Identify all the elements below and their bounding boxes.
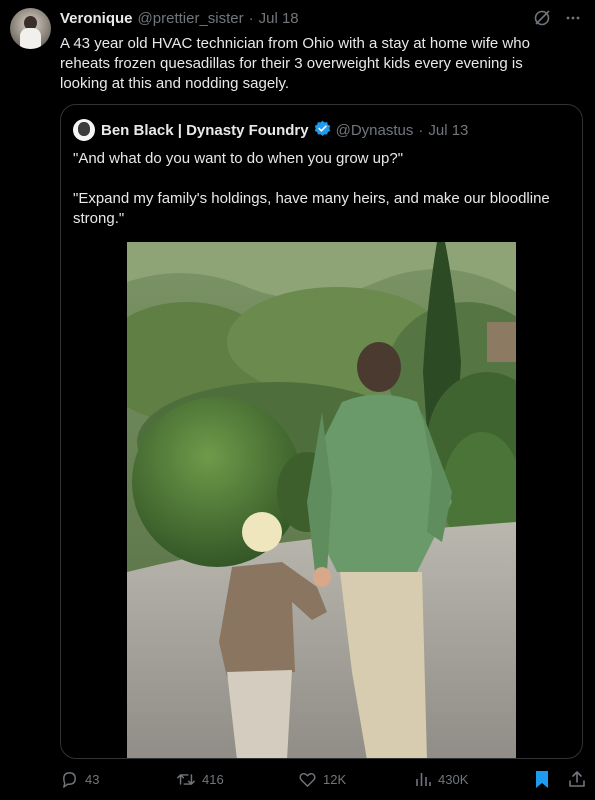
quote-paragraph: "And what do you want to do when you gro… bbox=[73, 150, 404, 167]
quote-date[interactable]: Jul 13 bbox=[428, 122, 468, 139]
quote-author-name[interactable]: Ben Black | Dynasty Foundry bbox=[101, 122, 309, 139]
author-name[interactable]: Veronique bbox=[60, 10, 133, 27]
bookmark-icon bbox=[534, 770, 550, 789]
bookmark-button[interactable] bbox=[534, 770, 550, 789]
views-icon bbox=[414, 770, 432, 788]
more-icon[interactable] bbox=[565, 10, 581, 26]
quote-photo[interactable] bbox=[127, 242, 516, 758]
separator-dot: · bbox=[248, 10, 254, 27]
tweet-text: A 43 year old HVAC technician from Ohio … bbox=[60, 35, 530, 92]
share-button[interactable] bbox=[568, 770, 586, 788]
like-count: 12K bbox=[323, 772, 347, 787]
repost-count: 416 bbox=[202, 772, 224, 787]
quoted-tweet[interactable]: Ben Black | Dynasty Foundry @Dynastus · … bbox=[60, 104, 583, 759]
quote-header: Ben Black | Dynasty Foundry @Dynastus · … bbox=[101, 120, 468, 141]
author-handle[interactable]: @prettier_sister bbox=[138, 10, 244, 27]
verified-badge-icon bbox=[314, 120, 331, 141]
like-button[interactable]: 12K bbox=[298, 770, 346, 789]
views-button[interactable]: 430K bbox=[414, 770, 468, 788]
tweet-actions: 43 416 12K 430K bbox=[60, 770, 590, 794]
repost-button[interactable]: 416 bbox=[176, 770, 224, 789]
like-icon bbox=[298, 770, 317, 789]
quote-paragraph: "Expand my family's holdings, have many … bbox=[73, 190, 550, 227]
tweet-date[interactable]: Jul 18 bbox=[259, 10, 299, 27]
quote-author-avatar[interactable] bbox=[73, 119, 95, 141]
reply-count: 43 bbox=[85, 772, 100, 787]
repost-icon bbox=[176, 770, 196, 789]
reply-button[interactable]: 43 bbox=[60, 770, 99, 789]
quote-text: "And what do you want to do when you gro… bbox=[73, 149, 573, 249]
tweet-top-actions bbox=[533, 9, 581, 27]
author-avatar[interactable] bbox=[10, 8, 51, 49]
share-icon bbox=[568, 770, 586, 788]
grok-icon[interactable] bbox=[533, 9, 551, 27]
separator-dot: · bbox=[418, 122, 424, 139]
views-count: 430K bbox=[438, 771, 469, 787]
tweet-header: Veronique @prettier_sister · Jul 18 bbox=[60, 10, 299, 27]
quote-author-handle[interactable]: @Dynastus bbox=[336, 122, 414, 139]
reply-icon bbox=[60, 770, 79, 789]
